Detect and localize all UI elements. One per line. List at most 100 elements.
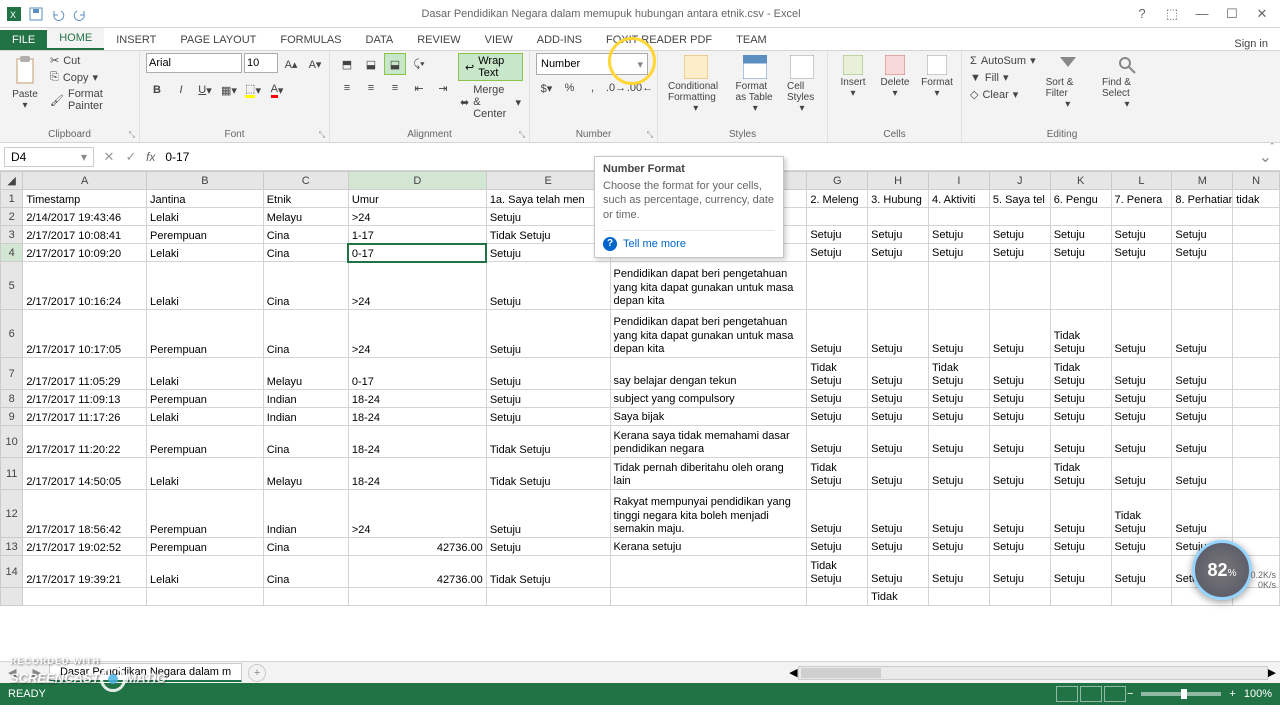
shrink-font-icon[interactable]: A▾ — [304, 53, 326, 75]
insert-cells-button[interactable]: Insert▾ — [834, 53, 872, 101]
conditional-formatting-button[interactable]: Conditional Formatting▾ — [664, 53, 728, 116]
normal-view-icon[interactable] — [1056, 686, 1078, 702]
sheet-nav-prev[interactable]: ◀ — [0, 666, 24, 679]
col-header[interactable]: I — [929, 172, 990, 190]
col-header[interactable]: B — [147, 172, 264, 190]
align-bottom-icon[interactable]: ⬓ — [384, 53, 406, 75]
table-row[interactable]: 72/17/2017 11:05:29LelakiMelayu0-17Setuj… — [1, 358, 1280, 390]
align-right-icon[interactable]: ≡ — [384, 77, 406, 99]
tab-view[interactable]: VIEW — [473, 30, 525, 50]
col-header[interactable]: A — [23, 172, 147, 190]
cancel-formula-icon[interactable]: ✕ — [98, 149, 120, 165]
accounting-icon[interactable]: $▾ — [536, 77, 557, 99]
ribbon-options-icon[interactable]: ⬚ — [1158, 6, 1186, 22]
bold-button[interactable]: B — [146, 79, 168, 101]
percent-icon[interactable]: % — [559, 77, 580, 99]
scroll-right-icon[interactable]: ▶ — [1268, 666, 1276, 680]
font-name-combo[interactable] — [146, 53, 242, 73]
tab-team[interactable]: TEAM — [724, 30, 779, 50]
fill-color-button[interactable]: ⬚▾ — [242, 79, 264, 101]
align-center-icon[interactable]: ≡ — [360, 77, 382, 99]
table-row[interactable]: 112/17/2017 14:50:05LelakiMelayu18-24Tid… — [1, 458, 1280, 490]
zoom-slider[interactable] — [1141, 692, 1221, 696]
enter-formula-icon[interactable]: ✓ — [120, 149, 142, 165]
tab-data[interactable]: DATA — [354, 30, 406, 50]
horizontal-scrollbar[interactable] — [798, 666, 1268, 680]
page-break-view-icon[interactable] — [1104, 686, 1126, 702]
format-painter-button[interactable]: 🖌Format Painter — [48, 87, 133, 113]
indent-inc-icon[interactable]: ⇥ — [432, 77, 454, 99]
table-row[interactable]: Tidak — [1, 588, 1280, 606]
new-sheet-button[interactable]: + — [248, 664, 266, 682]
table-row[interactable]: 122/17/2017 18:56:42PerempuanIndian>24Se… — [1, 490, 1280, 538]
tab-addins[interactable]: ADD-INS — [525, 30, 594, 50]
tab-home[interactable]: HOME — [47, 28, 104, 50]
orientation-icon[interactable]: ⤹▾ — [408, 53, 430, 75]
col-header[interactable]: M — [1172, 172, 1233, 190]
table-row[interactable]: 82/17/2017 11:09:13PerempuanIndian18-24S… — [1, 390, 1280, 408]
col-header[interactable]: D — [348, 172, 486, 190]
zoom-in-icon[interactable]: + — [1229, 688, 1235, 700]
tell-me-more-link[interactable]: ?Tell me more — [603, 230, 775, 251]
zoom-level[interactable]: 100% — [1244, 688, 1272, 700]
border-button[interactable]: ▦▾ — [218, 79, 240, 101]
save-icon[interactable] — [28, 6, 44, 22]
format-cells-button[interactable]: Format▾ — [918, 53, 956, 101]
tab-insert[interactable]: INSERT — [104, 30, 168, 50]
number-format-combo[interactable]: Number▾ — [536, 53, 648, 75]
table-row[interactable]: 92/17/2017 11:17:26LelakiIndian18-24Setu… — [1, 408, 1280, 426]
cell-styles-button[interactable]: Cell Styles▾ — [783, 53, 821, 116]
sort-filter-button[interactable]: Sort & Filter▾ — [1042, 53, 1094, 112]
font-color-button[interactable]: A▾ — [266, 79, 288, 101]
maximize-icon[interactable]: ☐ — [1218, 6, 1246, 22]
grow-font-icon[interactable]: A▴ — [280, 53, 302, 75]
name-box[interactable]: D4▾ — [4, 147, 94, 167]
col-header[interactable]: K — [1050, 172, 1111, 190]
col-header[interactable]: L — [1111, 172, 1172, 190]
decrease-decimal-icon[interactable]: .00← — [629, 77, 651, 99]
tab-pagelayout[interactable]: PAGE LAYOUT — [168, 30, 268, 50]
table-row[interactable]: 102/17/2017 11:20:22PerempuanCina18-24Ti… — [1, 426, 1280, 458]
zoom-out-icon[interactable]: − — [1127, 688, 1133, 700]
page-layout-view-icon[interactable] — [1080, 686, 1102, 702]
font-size-combo[interactable] — [244, 53, 278, 73]
table-row[interactable]: 132/17/2017 19:02:52PerempuanCina42736.0… — [1, 538, 1280, 556]
scroll-left-icon[interactable]: ◀ — [789, 666, 797, 680]
col-header[interactable]: C — [263, 172, 348, 190]
minimize-icon[interactable]: — — [1188, 6, 1216, 22]
align-middle-icon[interactable]: ⬓ — [360, 53, 382, 75]
clear-button[interactable]: ◇Clear ▾ — [968, 87, 1038, 102]
table-row[interactable]: 52/17/2017 10:16:24LelakiCina>24SetujuPe… — [1, 262, 1280, 310]
comma-icon[interactable]: , — [582, 77, 603, 99]
align-top-icon[interactable]: ⬒ — [336, 53, 358, 75]
underline-button[interactable]: U▾ — [194, 79, 216, 101]
sheet-tab[interactable]: Dasar Pendidikan Negara dalam m — [49, 663, 242, 682]
delete-cells-button[interactable]: Delete▾ — [876, 53, 914, 101]
sheet-nav-next[interactable]: ▶ — [24, 666, 48, 679]
fx-icon[interactable]: fx — [146, 150, 155, 164]
autosum-button[interactable]: ΣAutoSum ▾ — [968, 53, 1038, 68]
help-icon[interactable]: ? — [1128, 6, 1156, 22]
undo-icon[interactable] — [50, 6, 66, 22]
fill-button[interactable]: ▼Fill ▾ — [968, 70, 1038, 85]
select-all[interactable]: ◢ — [1, 172, 23, 190]
merge-center-button[interactable]: ⬌Merge & Center ▾ — [458, 83, 523, 121]
table-row[interactable]: 142/17/2017 19:39:21LelakiCina42736.00Ti… — [1, 556, 1280, 588]
signin-link[interactable]: Sign in — [1234, 38, 1280, 50]
col-header[interactable]: G — [807, 172, 868, 190]
find-select-button[interactable]: Find & Select▾ — [1098, 53, 1156, 112]
redo-icon[interactable] — [72, 6, 88, 22]
tab-review[interactable]: REVIEW — [405, 30, 472, 50]
paste-button[interactable]: Paste▾ — [6, 53, 44, 113]
cut-button[interactable]: ✂Cut — [48, 53, 133, 68]
col-header[interactable]: J — [989, 172, 1050, 190]
format-as-table-button[interactable]: Format as Table▾ — [732, 53, 779, 116]
col-header[interactable]: N — [1233, 172, 1280, 190]
copy-button[interactable]: ⎘Copy ▾ — [48, 70, 133, 85]
wrap-text-button[interactable]: ↩Wrap Text — [458, 53, 523, 81]
close-icon[interactable]: ✕ — [1248, 6, 1276, 22]
tab-foxit[interactable]: FOXIT READER PDF — [594, 30, 724, 50]
collapse-ribbon-icon[interactable]: ˆ — [1270, 142, 1274, 154]
table-row[interactable]: 62/17/2017 10:17:05PerempuanCina>24Setuj… — [1, 310, 1280, 358]
tab-formulas[interactable]: FORMULAS — [268, 30, 353, 50]
